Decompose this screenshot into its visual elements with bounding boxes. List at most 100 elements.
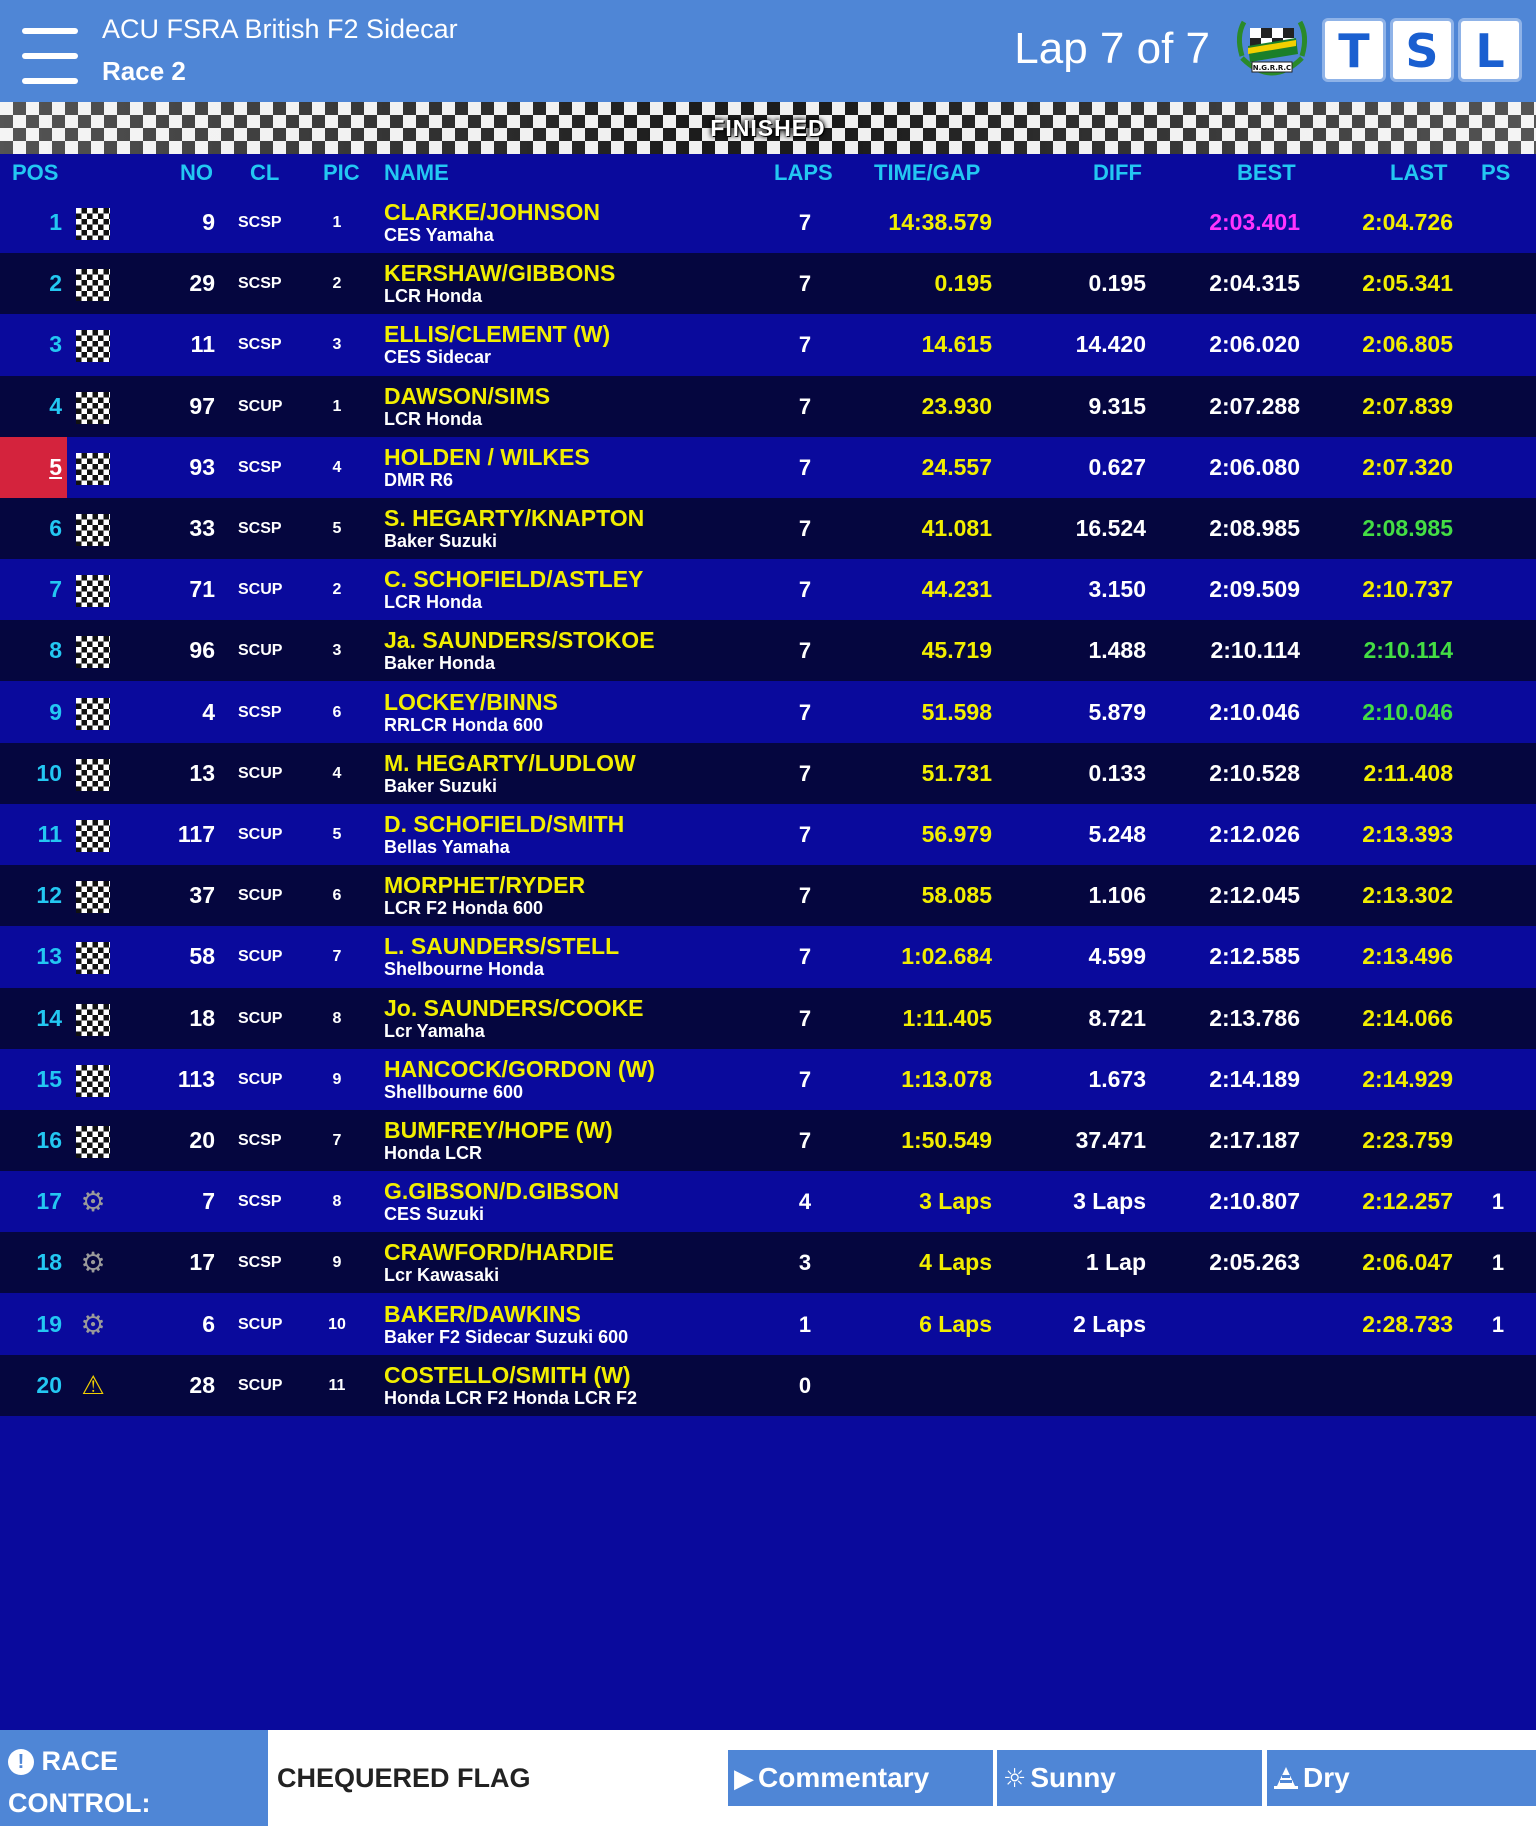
column-header-laps[interactable]: LAPS: [774, 154, 833, 192]
diff-cell: 3.150: [1088, 576, 1146, 603]
diff-cell: 9.315: [1088, 392, 1146, 419]
rider-name: COSTELLO/SMITH (W): [384, 1361, 631, 1388]
commentary-button[interactable]: ▶ Commentary: [728, 1750, 993, 1806]
team-name: CES Suzuki: [384, 1204, 485, 1225]
table-row[interactable]: 1 9 SCSP 1 CLARKE/JOHNSON CES Yamaha 7 14:38.57…: [0, 192, 1536, 253]
table-row[interactable]: 6 33 SCSP 5 S. HEGARTY/KNAPTON Baker Suzuki 7 4…: [0, 498, 1536, 559]
time-gap-cell: 58.085: [921, 882, 992, 909]
track-condition-button[interactable]: Dry: [1267, 1750, 1536, 1806]
column-header-diff[interactable]: DIFF: [1093, 154, 1142, 192]
column-header-ps[interactable]: PS: [1481, 154, 1510, 192]
time-gap-cell: 1:13.078: [901, 1065, 992, 1092]
table-row[interactable]: 10 13 SCUP 4 M. HEGARTY/LUDLOW Baker Suzuki 7 5…: [0, 742, 1536, 804]
column-header-best[interactable]: BEST: [1237, 154, 1296, 192]
table-row[interactable]: 12 37 SCUP 6 MORPHET/RYDER LCR F2 Honda 600 7 5…: [0, 865, 1536, 927]
timing-button[interactable]: T: [1322, 18, 1386, 82]
laps-cell: 7: [798, 577, 812, 603]
position-in-class-cell: 7: [332, 1132, 342, 1149]
rider-name: BUMFREY/HOPE (W): [384, 1117, 613, 1143]
laps-button[interactable]: L: [1458, 18, 1522, 82]
class-cell: SCUP: [238, 826, 283, 843]
team-name: DMR R6: [384, 469, 454, 490]
rider-name: CRAWFORD/HARDIE: [384, 1239, 614, 1266]
rider-name: DAWSON/SIMS: [384, 382, 551, 409]
rider-name: C. SCHOFIELD/ASTLEY: [384, 566, 644, 593]
table-row[interactable]: 20 ⚠ 28 SCUP 11 COSTELLO/SMITH (W) Honda LCR F…: [0, 1354, 1536, 1416]
table-row[interactable]: 5 93 SCSP 4 HOLDEN / WILKES DMR R6 7 24.557 0.62…: [0, 436, 1536, 498]
hamburger-menu-icon[interactable]: [22, 28, 80, 88]
laps-cell: 7: [798, 332, 812, 358]
column-header-no[interactable]: NO: [180, 154, 213, 192]
column-header-class[interactable]: CL: [250, 154, 279, 192]
table-row[interactable]: 18 ⚙ 17 SCSP 9 CRAWFORD/HARDIE Lcr Kawasaki 3 4 …: [0, 1232, 1536, 1294]
laps-cell: 7: [798, 822, 812, 847]
table-row[interactable]: 4 97 SCUP 1 DAWSON/SIMS LCR Honda 7 23.930 9.315…: [0, 375, 1536, 437]
table-row[interactable]: 7 71 SCUP 2 C. SCHOFIELD/ASTLEY LCR Honda 7 44.…: [0, 559, 1536, 621]
column-header-last[interactable]: LAST: [1390, 154, 1447, 192]
chequered-flag-icon: [76, 269, 110, 302]
column-header-name[interactable]: NAME: [384, 154, 449, 192]
team-name: Baker Suzuki: [384, 775, 498, 796]
team-name: Shelbourne Honda: [384, 959, 545, 980]
position-cell: 13: [36, 943, 62, 970]
pit-stops-cell: [1480, 437, 1516, 498]
position-cell: 20: [36, 1371, 62, 1398]
column-header-pos[interactable]: POS: [12, 154, 58, 192]
last-lap-cell: 2:05.341: [1362, 270, 1453, 297]
table-row[interactable]: 17 ⚙ 7 SCSP 8 G.GIBSON/D.GIBSON CES Suzuki 4 3 L…: [0, 1171, 1536, 1233]
class-cell: SCSP: [238, 214, 282, 231]
diff-cell: 1 Lap: [1085, 1249, 1146, 1276]
laps-cell: 7: [798, 210, 812, 235]
best-lap-cell: [1150, 1355, 1300, 1416]
number-cell: 33: [189, 515, 215, 541]
diff-cell: 14.420: [1075, 331, 1146, 358]
weather-button[interactable]: ☼ Sunny: [997, 1750, 1262, 1806]
table-row[interactable]: 2 29 SCSP 2 KERSHAW/GIBBONS LCR Honda 7 0.195 0.…: [0, 253, 1536, 315]
standings-button[interactable]: S: [1390, 18, 1454, 82]
last-lap-cell: 2:13.302: [1362, 882, 1453, 909]
table-row[interactable]: 15 113 SCUP 9 HANCOCK/GORDON (W) Shellbourne …: [0, 1048, 1536, 1110]
rider-name: LOCKEY/BINNS: [384, 688, 558, 715]
diff-cell: 0.627: [1088, 453, 1146, 480]
table-row[interactable]: 8 96 SCUP 3 Ja. SAUNDERS/STOKOE Baker Honda 7 4…: [0, 620, 1536, 682]
lap-counter: Lap 7 of 7: [1014, 24, 1210, 73]
laps-cell: 7: [798, 393, 812, 419]
time-gap-cell: 1:11.405: [902, 1004, 992, 1031]
time-gap-cell: 0.195: [934, 270, 992, 297]
rider-name: MORPHET/RYDER: [384, 872, 586, 899]
club-logo-text: N.G.R.R.C: [1253, 64, 1291, 72]
table-row[interactable]: 13 58 SCUP 7 L. SAUNDERS/STELL Shelbourne Hon…: [0, 926, 1536, 988]
table-row[interactable]: 3 11 SCSP 3 ELLIS/CLEMENT (W) CES Sidecar 7 14.…: [0, 314, 1536, 376]
last-lap-cell: 2:07.839: [1362, 392, 1453, 419]
event-title: ACU FSRA British F2 Sidecar: [102, 14, 458, 44]
rider-name: CLARKE/JOHNSON: [384, 199, 600, 225]
pit-stops-cell: [1480, 926, 1516, 987]
class-cell: SCUP: [238, 1376, 283, 1394]
chequered-flag-icon: [76, 391, 110, 424]
column-header-pic[interactable]: PIC: [323, 154, 360, 192]
weather-label: Sunny: [1030, 1762, 1116, 1793]
column-header-time-gap[interactable]: TIME/GAP: [874, 154, 980, 192]
table-row[interactable]: 9 4 SCSP 6 LOCKEY/BINNS RRLCR Honda 600 7 51.59…: [0, 681, 1536, 743]
team-name: Honda LCR: [384, 1143, 482, 1163]
number-cell: 20: [189, 1127, 215, 1153]
last-lap-cell: 2:07.320: [1362, 453, 1453, 480]
pit-stops-cell: 1: [1491, 1250, 1505, 1276]
team-name: LCR F2 Honda 600: [384, 898, 544, 919]
rider-name: BAKER/DAWKINS: [384, 1300, 581, 1327]
number-cell: 113: [177, 1065, 215, 1092]
best-lap-cell: 2:17.187: [1209, 1127, 1300, 1153]
best-lap-cell: [1150, 1294, 1300, 1355]
number-cell: 71: [189, 576, 215, 603]
table-row[interactable]: 11 117 SCUP 5 D. SCHOFIELD/SMITH Bellas Yamah…: [0, 804, 1536, 865]
position-cell: 3: [49, 331, 62, 358]
time-gap-cell: 14:38.579: [888, 209, 992, 235]
position-cell: 4: [49, 392, 62, 419]
position-cell: 7: [49, 576, 62, 603]
table-row[interactable]: 14 18 SCUP 8 Jo. SAUNDERS/COOKE Lcr Yamaha 7 1:…: [0, 987, 1536, 1049]
table-row[interactable]: 16 20 SCSP 7 BUMFREY/HOPE (W) Honda LCR 7 1:50.…: [0, 1110, 1536, 1171]
last-lap-cell: 2:06.047: [1362, 1249, 1453, 1276]
table-row[interactable]: 19 ⚙ 6 SCUP 10 BAKER/DAWKINS Baker F2 Sidecar …: [0, 1293, 1536, 1355]
diff-cell: 5.248: [1088, 821, 1146, 847]
position-cell: 1: [49, 209, 62, 235]
